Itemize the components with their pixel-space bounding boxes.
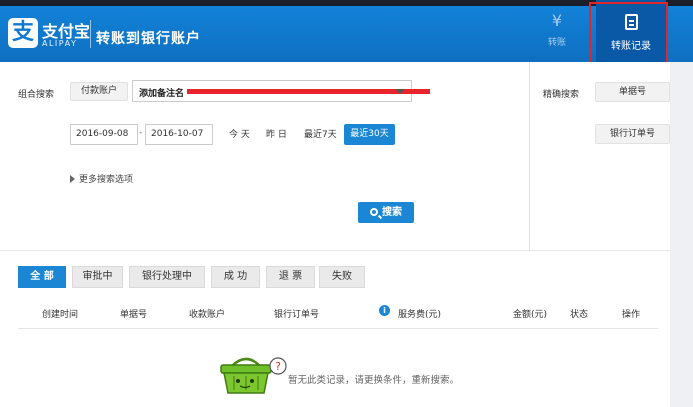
col-bank-order-number: 银行订单号 [274,310,320,320]
more-search-options[interactable]: 更多搜索选项 [70,172,133,185]
col-created-time: 创建时间 [42,310,79,320]
yen-icon: ¥ [551,11,563,30]
caret-right-icon [70,175,75,183]
combo-search-label: 组合搜索 [18,90,55,100]
info-icon[interactable]: i [379,305,390,316]
tab-refund[interactable]: 退 票 [266,266,315,288]
empty-state-message: 暂无此类记录，请更换条件，重新搜索。 [288,375,460,386]
nav-transfer-records[interactable]: 转账记录 [596,0,666,62]
tab-approving[interactable]: 审批中 [72,266,123,288]
date-to-input[interactable]: 2016-10-07 [145,124,213,145]
quick-30days-button[interactable]: 最近30天 [344,124,395,145]
search-button[interactable]: 搜索 [358,202,414,223]
tab-failed[interactable]: 失败 [319,266,365,288]
account-select-value: 添加备注名 [139,89,185,99]
app-header: 支 支付宝 ALIPAY 转账到银行账户 [0,6,693,62]
alipay-logo-icon: 支 [8,18,38,48]
tab-success[interactable]: 成 功 [211,266,260,288]
tab-all[interactable]: 全 部 [18,266,66,288]
table-header-divider [18,328,658,329]
chevron-down-icon [395,89,405,94]
payment-account-button[interactable]: 付款账户 [70,82,128,101]
search-divider [529,62,530,250]
svg-text:?: ? [275,360,281,373]
col-status: 状态 [570,310,589,320]
empty-basket-icon: ? [220,357,287,394]
quick-yesterday-button[interactable]: 昨 日 [266,127,287,140]
search-button-label: 搜索 [382,207,402,218]
more-options-label: 更多搜索选项 [79,175,134,185]
tab-bank-processing[interactable]: 银行处理中 [129,266,205,288]
clipboard-icon [624,14,638,30]
page-title: 转账到银行账户 [96,31,201,47]
date-separator: - [139,128,143,138]
logo-divider [90,20,91,48]
col-amount: 金额(元) [513,310,548,320]
precise-receipt-number-button[interactable]: 单据号 [595,82,670,102]
date-from-input[interactable]: 2016-09-08 [70,124,138,145]
nav-records-label: 转账记录 [611,41,651,52]
quick-7days-button[interactable]: 最近7天 [304,127,337,140]
main-panel [0,62,670,407]
search-icon [370,208,378,216]
precise-bank-order-button[interactable]: 银行订单号 [595,124,670,144]
logo-subtitle: ALIPAY [42,39,78,48]
nav-transfer[interactable]: ¥ 转账 [534,8,580,52]
account-select[interactable]: 添加备注名 [132,80,430,102]
nav-transfer-label: 转账 [547,38,566,48]
col-payee-account: 收款账户 [189,310,226,320]
col-service-fee: 服务费(元) [398,310,442,320]
col-actions: 操作 [622,310,641,320]
col-receipt-number: 单据号 [120,310,148,320]
precise-search-label: 精确搜索 [543,90,580,100]
quick-today-button[interactable]: 今 天 [229,127,250,140]
redaction-bar [187,89,430,94]
section-divider [0,250,670,251]
